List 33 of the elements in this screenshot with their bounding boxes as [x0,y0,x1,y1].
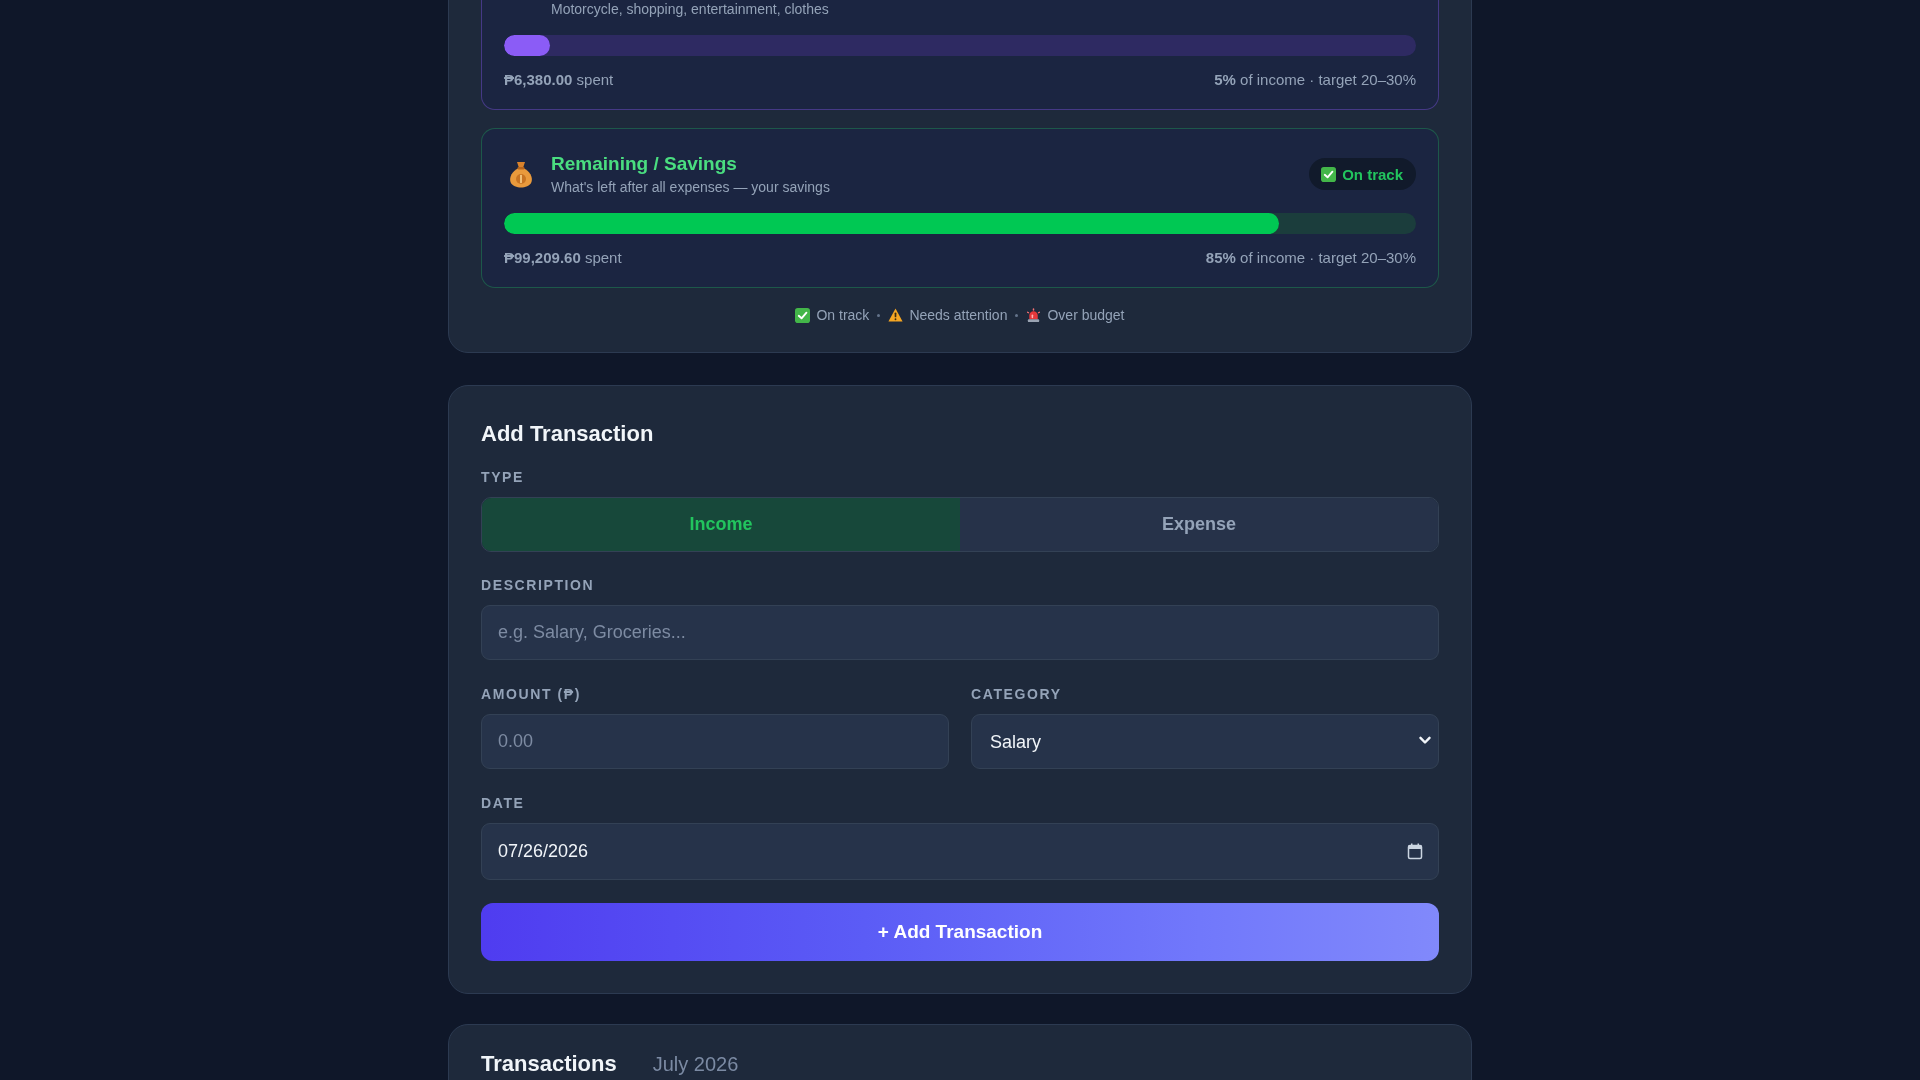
field-label: DATE [481,794,525,812]
field-label: AMOUNT (₱) [481,685,581,703]
type-option[interactable]: Income [482,498,960,551]
check-icon [795,307,811,323]
period-label: July 2026 [652,1052,739,1077]
spent-amount: ₱99,209.60 spent [504,248,622,268]
legend-label: Over budget [1047,306,1125,325]
chevron-icon [1419,736,1431,745]
field-label: CATEGORY [971,685,1062,703]
category-description: What's left after all expenses — your savings [551,178,830,196]
amount-input[interactable]: 0.00 [481,714,949,769]
section-title: Add Transaction [481,420,655,448]
category-description: Motorcycle, shopping, entertainment, clothes [551,0,829,18]
legend-label: Needs attention [909,306,1008,325]
check-icon [1321,166,1337,182]
category-title: Remaining / Savings [551,152,737,176]
section-title: Transactions [481,1051,617,1077]
siren-icon [1026,307,1042,323]
field-label: DESCRIPTION [481,576,595,594]
type-option[interactable]: Expense [960,498,1438,551]
field-label: TYPE [481,468,524,486]
status-label: On track [1342,165,1403,183]
date-input[interactable]: 07/26/2026 [481,823,1439,880]
spent-amount: ₱6,380.00 spent [504,70,614,90]
add-transaction-button[interactable]: + Add Transaction [481,903,1439,961]
income-share: 5% of income · target 20–30% [1214,70,1416,90]
legend-label: On track [816,306,870,325]
calendar-icon[interactable] [1407,843,1423,860]
income-share: 85% of income · target 20–30% [1205,248,1416,268]
warning-icon [888,308,904,322]
money-bag-icon [509,160,533,188]
category-select[interactable]: Salary [971,714,1439,769]
description-input[interactable]: e.g. Salary, Groceries... [481,605,1439,660]
